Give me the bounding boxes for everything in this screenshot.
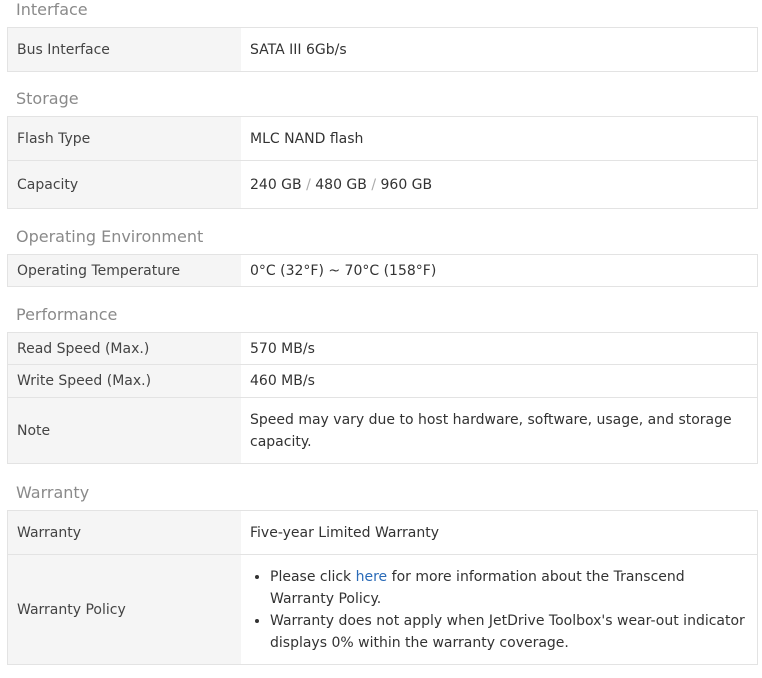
spec-table-performance: Read Speed (Max.) 570 MB/s Write Speed (… <box>7 332 758 464</box>
section-title-operating-environment: Operating Environment <box>16 227 204 246</box>
spec-value: Five-year Limited Warranty <box>241 510 758 555</box>
spec-table-warranty: Warranty Five-year Limited Warranty Warr… <box>7 510 758 665</box>
capacity-option: 240 GB <box>250 176 302 193</box>
spec-row-operating-temperature: Operating Temperature 0°C (32°F) ~ 70°C … <box>7 254 758 287</box>
spec-row-warranty: Warranty Five-year Limited Warranty <box>7 510 758 555</box>
spec-label: Operating Temperature <box>7 254 241 287</box>
spec-label: Write Speed (Max.) <box>7 364 241 398</box>
spec-table-operating-environment: Operating Temperature 0°C (32°F) ~ 70°C … <box>7 254 758 287</box>
spec-row-note: Note Speed may vary due to host hardware… <box>7 397 758 464</box>
spec-row-write-speed: Write Speed (Max.) 460 MB/s <box>7 364 758 398</box>
spec-table-interface: Bus Interface SATA III 6Gb/s <box>7 27 758 72</box>
spec-row-warranty-policy: Warranty Policy Please click here for mo… <box>7 554 758 665</box>
spec-label: Warranty Policy <box>7 554 241 665</box>
spec-row-flash-type: Flash Type MLC NAND flash <box>7 116 758 161</box>
spec-value: 240 GB / 480 GB / 960 GB <box>241 160 758 209</box>
spec-label: Bus Interface <box>7 27 241 72</box>
spec-value: Speed may vary due to host hardware, sof… <box>241 397 758 464</box>
spec-label: Flash Type <box>7 116 241 161</box>
list-item: Please click here for more information a… <box>270 566 745 610</box>
spec-label: Capacity <box>7 160 241 209</box>
capacity-separator: / <box>366 176 381 193</box>
section-title-warranty: Warranty <box>16 483 90 502</box>
spec-value: 460 MB/s <box>241 364 758 398</box>
list-item: Warranty does not apply when JetDrive To… <box>270 610 745 654</box>
capacity-option: 960 GB <box>380 176 433 193</box>
capacity-option: 480 GB <box>315 176 367 193</box>
warranty-policy-list: Please click here for more information a… <box>250 566 745 654</box>
spec-value: SATA III 6Gb/s <box>241 27 758 72</box>
policy-text: Please click <box>270 568 356 585</box>
spec-table-storage: Flash Type MLC NAND flash Capacity 240 G… <box>7 116 758 209</box>
section-title-performance: Performance <box>16 305 118 324</box>
spec-row-read-speed: Read Speed (Max.) 570 MB/s <box>7 332 758 365</box>
spec-value: 570 MB/s <box>241 332 758 365</box>
spec-label: Read Speed (Max.) <box>7 332 241 365</box>
capacity-separator: / <box>301 176 316 193</box>
spec-row-bus-interface: Bus Interface SATA III 6Gb/s <box>7 27 758 72</box>
spec-sheet: Interface Bus Interface SATA III 6Gb/s S… <box>7 0 758 665</box>
spec-label: Warranty <box>7 510 241 555</box>
spec-value: Please click here for more information a… <box>241 554 758 665</box>
spec-value: 0°C (32°F) ~ 70°C (158°F) <box>241 254 758 287</box>
spec-row-capacity: Capacity 240 GB / 480 GB / 960 GB <box>7 160 758 209</box>
section-title-storage: Storage <box>16 89 79 108</box>
spec-value: MLC NAND flash <box>241 116 758 161</box>
section-title-interface: Interface <box>16 0 88 19</box>
warranty-policy-link[interactable]: here <box>356 569 388 585</box>
spec-label: Note <box>7 397 241 464</box>
